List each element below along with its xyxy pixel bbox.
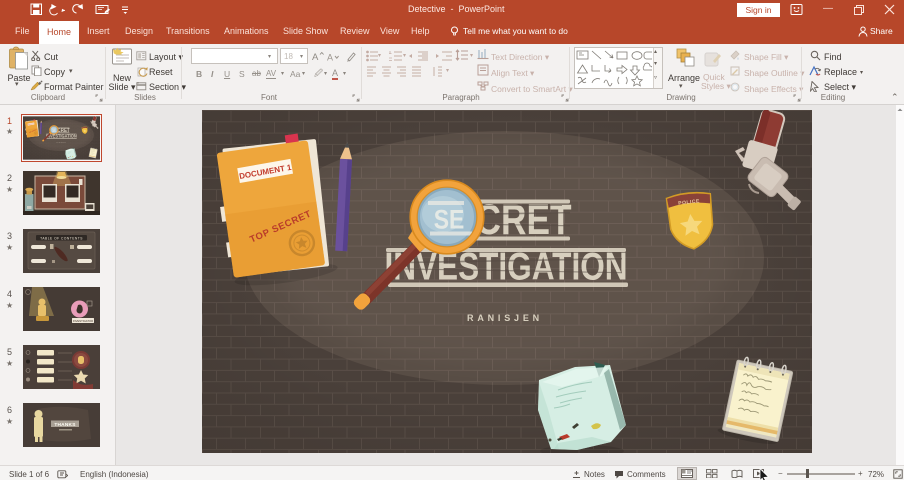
svg-text:SE: SE	[434, 205, 465, 235]
svg-text:A: A	[327, 53, 333, 62]
svg-text:SE: SE	[52, 128, 56, 132]
svg-text:TABLE OF CONTENTS: TABLE OF CONTENTS	[40, 236, 83, 240]
svg-text:INVESTIGATION: INVESTIGATION	[384, 246, 627, 289]
svg-text:RANISJEN: RANISJEN	[467, 313, 543, 323]
svg-text:A: A	[312, 52, 319, 61]
svg-text:THANKS: THANKS	[54, 422, 75, 428]
svg-text:INVESTIGATOR: INVESTIGATOR	[73, 319, 93, 323]
